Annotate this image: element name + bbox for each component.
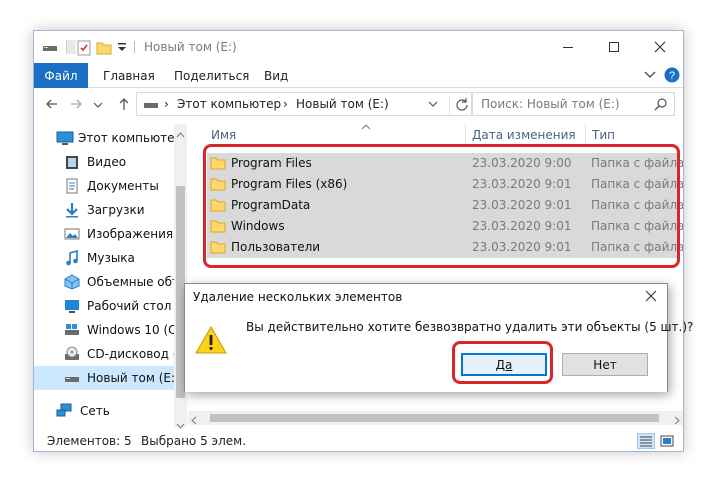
new-folder-icon[interactable] xyxy=(96,40,112,55)
file-list-header: Имя Дата изменения Тип xyxy=(204,124,683,146)
dialog-title: Удаление нескольких элементов xyxy=(193,290,403,304)
nav-item-downloads[interactable]: Загрузки xyxy=(34,198,174,222)
nav-item-pictures[interactable]: Изображения xyxy=(34,222,174,246)
downloads-icon xyxy=(64,202,80,218)
recent-locations-icon[interactable] xyxy=(92,96,104,112)
yes-highlight-frame xyxy=(452,341,553,384)
column-type[interactable]: Тип xyxy=(592,128,615,142)
search-icon[interactable] xyxy=(654,97,668,114)
pictures-icon xyxy=(64,226,80,242)
scroll-right-icon[interactable] xyxy=(674,414,680,428)
cd-drive-icon xyxy=(64,346,80,362)
customize-dropdown-icon[interactable] xyxy=(116,40,132,54)
selection-highlight-frame xyxy=(203,144,680,268)
details-view-button[interactable] xyxy=(637,433,655,449)
address-segment-volume[interactable]: Новый том (E:) xyxy=(296,97,389,111)
tab-view[interactable]: Вид xyxy=(264,69,288,83)
qa-separator xyxy=(66,40,76,54)
dialog-message: Вы действительно хотите безвозвратно уда… xyxy=(246,320,694,334)
address-separator: › xyxy=(164,97,169,111)
address-dropdown-icon[interactable] xyxy=(427,97,439,114)
video-icon xyxy=(64,154,80,170)
music-icon xyxy=(64,249,80,266)
svg-text:?: ? xyxy=(669,70,675,82)
checkmark-properties-icon[interactable] xyxy=(76,40,92,56)
tab-home[interactable]: Главная xyxy=(103,69,155,83)
expand-ribbon-icon[interactable] xyxy=(642,67,658,83)
sort-ascending-icon xyxy=(361,119,371,133)
no-button[interactable]: Нет xyxy=(562,353,648,376)
forward-button[interactable] xyxy=(68,96,84,112)
back-button[interactable] xyxy=(44,96,60,112)
drive-icon[interactable] xyxy=(42,40,58,54)
warning-icon xyxy=(195,325,227,355)
nav-item-this-pc[interactable]: Этот компьютер xyxy=(34,126,174,150)
status-bar: Элементов: 5 Выбрано 5 элем. xyxy=(34,429,683,451)
documents-icon xyxy=(64,178,80,194)
system-drive-icon xyxy=(64,322,80,338)
nav-item-documents[interactable]: Документы xyxy=(34,174,174,198)
minimize-button[interactable] xyxy=(545,31,591,63)
up-button[interactable] xyxy=(116,96,132,112)
column-divider[interactable] xyxy=(465,124,466,146)
address-separator: › xyxy=(283,97,288,111)
dialog-body: Вы действительно хотите безвозвратно уда… xyxy=(185,311,693,392)
column-divider[interactable] xyxy=(585,124,586,146)
nav-item-music[interactable]: Музыка xyxy=(34,246,174,270)
column-date[interactable]: Дата изменения xyxy=(472,128,576,142)
nav-item-network[interactable]: Сеть xyxy=(34,399,174,423)
refresh-icon[interactable] xyxy=(449,96,470,115)
computer-icon xyxy=(56,130,74,146)
close-button[interactable] xyxy=(637,31,683,63)
dialog-close-icon[interactable] xyxy=(645,287,657,306)
navigation-pane: Этот компьютер Видео Документы Загрузки … xyxy=(34,124,188,427)
drive-icon xyxy=(64,370,80,386)
ribbon: Файл Главная Поделиться Вид ? xyxy=(34,63,683,88)
window-title: Новый том (E:) xyxy=(144,40,237,54)
nav-item-video[interactable]: Видео xyxy=(34,150,174,174)
nav-item-desktop[interactable]: Рабочий стол xyxy=(34,294,174,318)
network-icon xyxy=(56,403,72,419)
scroll-left-icon[interactable] xyxy=(191,414,197,428)
selected-count: Выбрано 5 элем. xyxy=(141,434,247,448)
scroll-up-icon[interactable] xyxy=(176,127,185,141)
nav-item-3d-objects[interactable]: Объемные объ xyxy=(34,270,174,294)
help-icon[interactable]: ? xyxy=(664,67,680,83)
delete-confirmation-dialog: Удаление нескольких элементов Вы действи… xyxy=(184,283,693,392)
nav-item-system-drive[interactable]: Windows 10 (C:) xyxy=(34,318,174,342)
list-horizontal-scrollbar-thumb[interactable] xyxy=(210,414,659,422)
title-bar: Новый том (E:) xyxy=(34,31,683,63)
address-segment-this-pc[interactable]: Этот компьютер xyxy=(177,97,281,111)
search-box[interactable]: Поиск: Новый том (E:) xyxy=(472,92,675,116)
tab-file[interactable]: Файл xyxy=(34,63,88,88)
3d-objects-icon xyxy=(64,274,80,290)
nav-item-cd-drive[interactable]: CD-дисковод (D xyxy=(34,342,174,366)
no-button-label: Нет xyxy=(593,357,617,372)
drive-icon xyxy=(143,98,159,113)
column-name[interactable]: Имя xyxy=(211,128,236,142)
large-icons-view-button[interactable] xyxy=(658,433,676,449)
item-count: Элементов: 5 xyxy=(47,434,132,448)
nav-item-volume-e[interactable]: Новый том (E:) xyxy=(34,366,174,390)
maximize-button[interactable] xyxy=(591,31,637,63)
desktop-icon xyxy=(64,298,80,314)
search-input[interactable]: Поиск: Новый том (E:) xyxy=(481,97,620,111)
tab-share[interactable]: Поделиться xyxy=(174,69,249,83)
address-bar[interactable]: › Этот компьютер › Новый том (E:) xyxy=(136,92,472,116)
title-divider xyxy=(134,41,135,53)
